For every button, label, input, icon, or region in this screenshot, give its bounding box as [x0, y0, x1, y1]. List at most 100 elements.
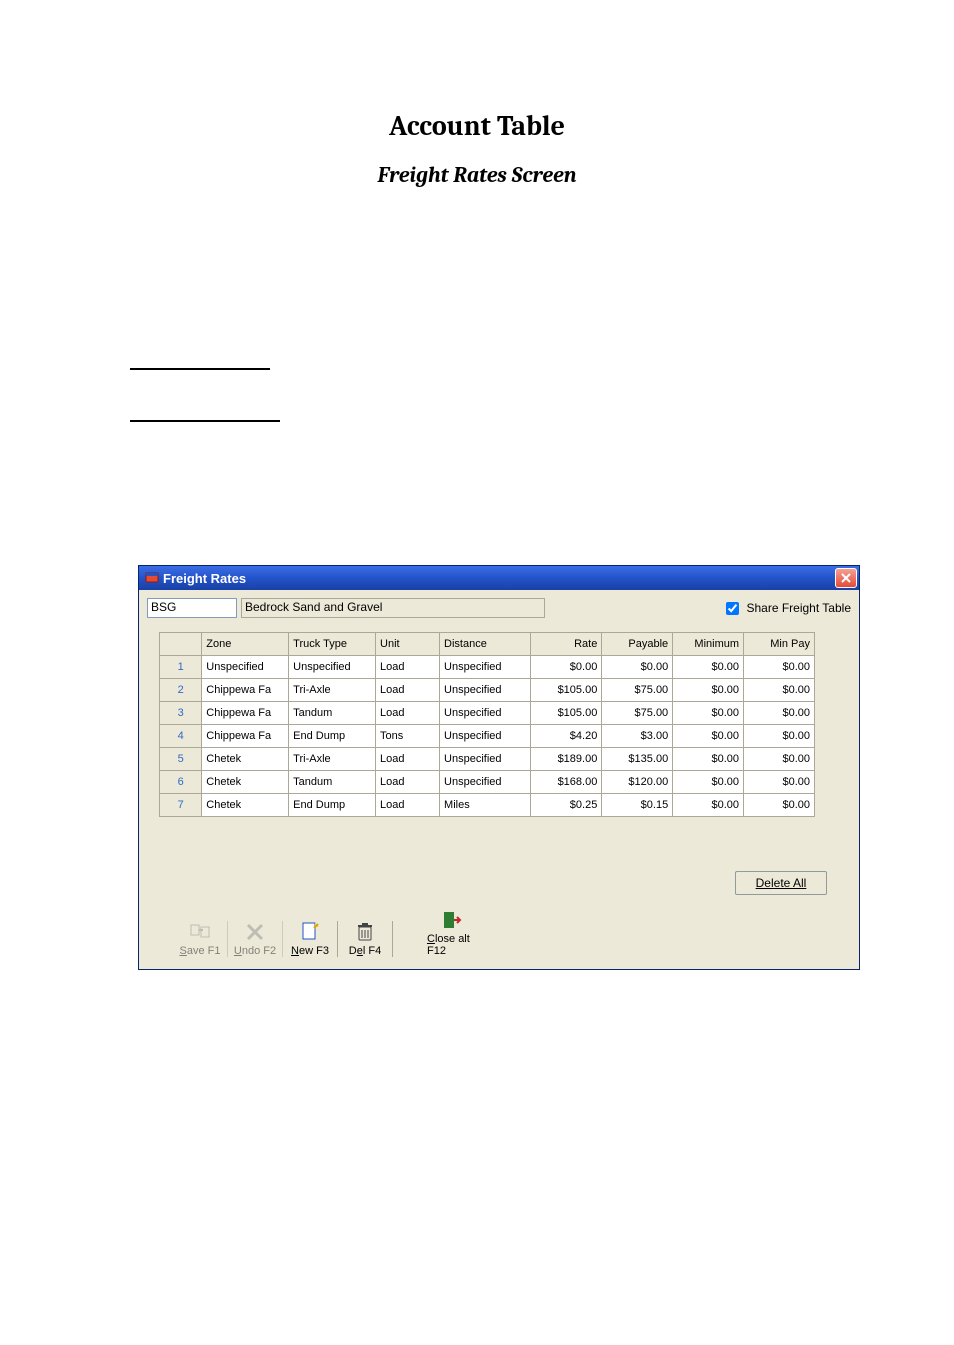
cell-truck-type[interactable]: Tri-Axle [289, 679, 376, 702]
page-title: Account Table [0, 110, 954, 142]
cell-minimum[interactable]: $0.00 [673, 702, 744, 725]
col-unit[interactable]: Unit [376, 633, 440, 656]
cell-zone[interactable]: Chetek [202, 748, 289, 771]
cell-distance[interactable]: Unspecified [440, 702, 531, 725]
cell-unit[interactable]: Tons [376, 725, 440, 748]
row-number[interactable]: 4 [160, 725, 202, 748]
undo-label: Undo F2 [234, 945, 276, 957]
row-number[interactable]: 5 [160, 748, 202, 771]
cell-min-pay[interactable]: $0.00 [744, 794, 815, 817]
col-minimum[interactable]: Minimum [673, 633, 744, 656]
cell-minimum[interactable]: $0.00 [673, 725, 744, 748]
cell-rate[interactable]: $105.00 [531, 679, 602, 702]
col-distance[interactable]: Distance [440, 633, 531, 656]
cell-rate[interactable]: $168.00 [531, 771, 602, 794]
cell-zone[interactable]: Chippewa Fa [202, 725, 289, 748]
cell-minimum[interactable]: $0.00 [673, 656, 744, 679]
separator [130, 420, 280, 422]
cell-rate[interactable]: $105.00 [531, 702, 602, 725]
cell-unit[interactable]: Load [376, 794, 440, 817]
cell-truck-type[interactable]: Tandum [289, 771, 376, 794]
cell-zone[interactable]: Unspecified [202, 656, 289, 679]
cell-unit[interactable]: Load [376, 702, 440, 725]
cell-min-pay[interactable]: $0.00 [744, 748, 815, 771]
delete-all-button[interactable]: Delete All [735, 871, 827, 895]
save-button: Save F1 [173, 921, 228, 957]
row-number[interactable]: 1 [160, 656, 202, 679]
cell-zone[interactable]: Chippewa Fa [202, 702, 289, 725]
cell-rate[interactable]: $0.00 [531, 656, 602, 679]
new-icon [299, 921, 321, 943]
cell-zone[interactable]: Chippewa Fa [202, 679, 289, 702]
cell-truck-type[interactable]: End Dump [289, 725, 376, 748]
cell-payable[interactable]: $135.00 [602, 748, 673, 771]
window-title: Freight Rates [163, 571, 246, 586]
cell-minimum[interactable]: $0.00 [673, 748, 744, 771]
delete-all-label: Delete All [756, 876, 807, 890]
cell-truck-type[interactable]: Tri-Axle [289, 748, 376, 771]
close-button[interactable]: Close alt F12 [425, 909, 479, 957]
freight-rates-window: Freight Rates BSG Bedrock Sand and Grave… [138, 565, 860, 970]
col-zone[interactable]: Zone [202, 633, 289, 656]
cell-payable[interactable]: $0.15 [602, 794, 673, 817]
col-payable[interactable]: Payable [602, 633, 673, 656]
table-row[interactable]: 1UnspecifiedUnspecifiedLoadUnspecified$0… [160, 656, 815, 679]
cell-min-pay[interactable]: $0.00 [744, 725, 815, 748]
cell-min-pay[interactable]: $0.00 [744, 679, 815, 702]
cell-distance[interactable]: Unspecified [440, 748, 531, 771]
cell-rate[interactable]: $4.20 [531, 725, 602, 748]
cell-minimum[interactable]: $0.00 [673, 679, 744, 702]
cell-minimum[interactable]: $0.00 [673, 771, 744, 794]
table-row[interactable]: 7ChetekEnd DumpLoadMiles$0.25$0.15$0.00$… [160, 794, 815, 817]
cell-zone[interactable]: Chetek [202, 794, 289, 817]
table-row[interactable]: 2Chippewa FaTri-AxleLoadUnspecified$105.… [160, 679, 815, 702]
col-truck[interactable]: Truck Type [289, 633, 376, 656]
share-freight-checkbox-box[interactable] [726, 602, 739, 615]
freight-rates-table[interactable]: Zone Truck Type Unit Distance Rate Payab… [159, 632, 815, 817]
new-label: New F3 [291, 945, 329, 957]
cell-unit[interactable]: Load [376, 656, 440, 679]
cell-rate[interactable]: $0.25 [531, 794, 602, 817]
share-freight-checkbox[interactable]: Share Freight Table [722, 599, 851, 618]
cell-zone[interactable]: Chetek [202, 771, 289, 794]
row-number[interactable]: 6 [160, 771, 202, 794]
table-row[interactable]: 3Chippewa FaTandumLoadUnspecified$105.00… [160, 702, 815, 725]
row-number[interactable]: 3 [160, 702, 202, 725]
col-rate[interactable]: Rate [531, 633, 602, 656]
cell-truck-type[interactable]: Unspecified [289, 656, 376, 679]
cell-payable[interactable]: $75.00 [602, 702, 673, 725]
row-number[interactable]: 2 [160, 679, 202, 702]
cell-distance[interactable]: Unspecified [440, 656, 531, 679]
titlebar[interactable]: Freight Rates [139, 566, 859, 590]
table-row[interactable]: 4Chippewa FaEnd DumpTonsUnspecified$4.20… [160, 725, 815, 748]
cell-distance[interactable]: Unspecified [440, 771, 531, 794]
cell-unit[interactable]: Load [376, 748, 440, 771]
cell-payable[interactable]: $0.00 [602, 656, 673, 679]
delete-button[interactable]: Del F4 [338, 921, 393, 957]
page-subtitle: Freight Rates Screen [0, 162, 954, 188]
col-min-pay[interactable]: Min Pay [744, 633, 815, 656]
close-icon[interactable] [835, 568, 857, 588]
cell-rate[interactable]: $189.00 [531, 748, 602, 771]
cell-distance[interactable]: Miles [440, 794, 531, 817]
cell-unit[interactable]: Load [376, 679, 440, 702]
cell-truck-type[interactable]: End Dump [289, 794, 376, 817]
cell-distance[interactable]: Unspecified [440, 679, 531, 702]
share-freight-label: Share Freight Table [746, 601, 851, 615]
row-number[interactable]: 7 [160, 794, 202, 817]
cell-unit[interactable]: Load [376, 771, 440, 794]
table-row[interactable]: 6ChetekTandumLoadUnspecified$168.00$120.… [160, 771, 815, 794]
cell-payable[interactable]: $3.00 [602, 725, 673, 748]
cell-min-pay[interactable]: $0.00 [744, 702, 815, 725]
cell-payable[interactable]: $75.00 [602, 679, 673, 702]
cell-distance[interactable]: Unspecified [440, 725, 531, 748]
table-row[interactable]: 5ChetekTri-AxleLoadUnspecified$189.00$13… [160, 748, 815, 771]
account-code-input[interactable]: BSG [147, 598, 237, 618]
cell-min-pay[interactable]: $0.00 [744, 656, 815, 679]
cell-payable[interactable]: $120.00 [602, 771, 673, 794]
cell-truck-type[interactable]: Tandum [289, 702, 376, 725]
cell-minimum[interactable]: $0.00 [673, 794, 744, 817]
close-label: Close alt F12 [427, 933, 477, 957]
cell-min-pay[interactable]: $0.00 [744, 771, 815, 794]
new-button[interactable]: New F3 [283, 921, 338, 957]
